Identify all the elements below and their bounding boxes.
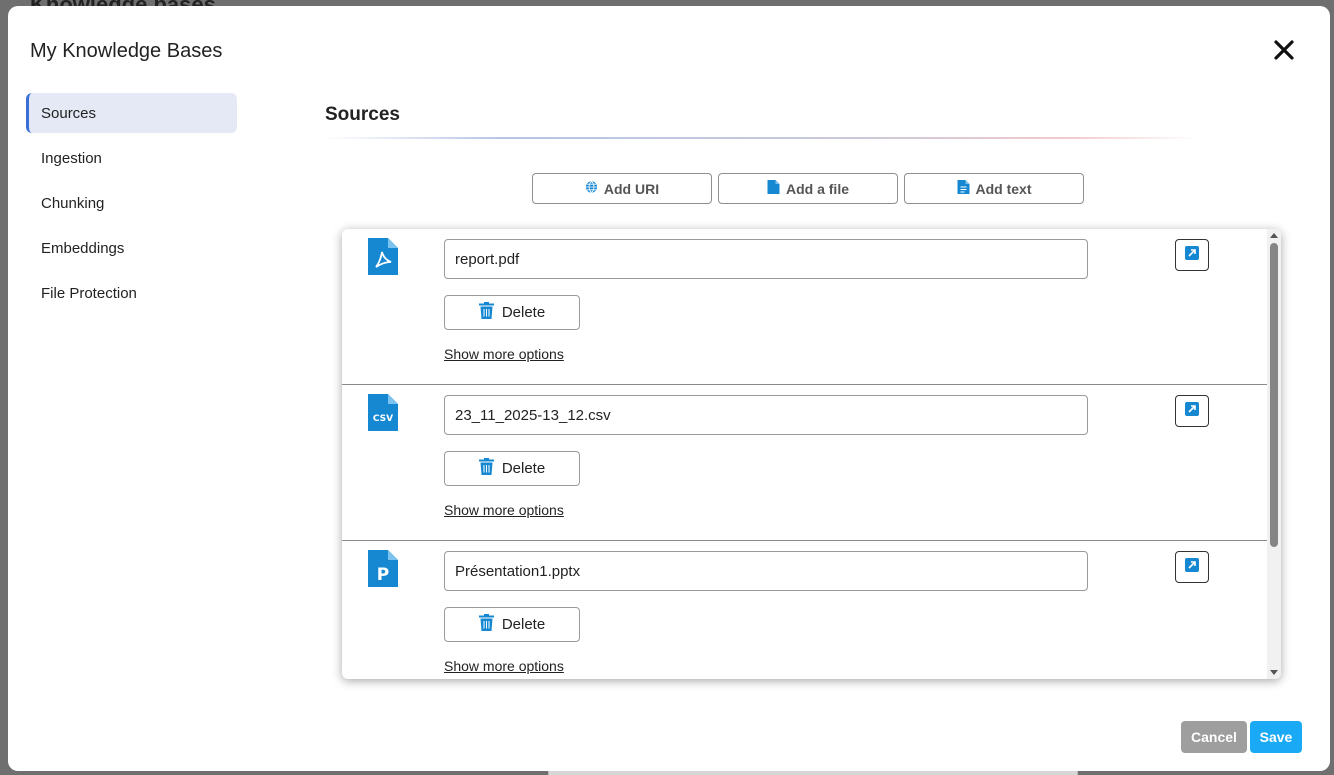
sidebar-item-label: Chunking <box>41 194 105 212</box>
sidebar-item-label: File Protection <box>41 284 137 302</box>
csv-file-icon: CSV <box>368 394 398 431</box>
close-icon[interactable] <box>1270 36 1298 64</box>
delete-button[interactable]: Delete <box>444 451 580 486</box>
source-name-input[interactable] <box>444 239 1088 279</box>
scrollbar-thumb[interactable] <box>1270 243 1278 547</box>
sidebar-item-label: Embeddings <box>41 239 125 257</box>
pptx-file-icon: P <box>368 550 398 587</box>
delete-label: Delete <box>501 460 546 477</box>
add-text-button[interactable]: Add text <box>904 173 1084 204</box>
sidebar-item-label: Ingestion <box>41 149 102 167</box>
delete-button[interactable]: Delete <box>444 607 580 642</box>
section-divider <box>325 137 1200 139</box>
cancel-button[interactable]: Cancel <box>1181 721 1247 753</box>
modal-title: My Knowledge Bases <box>30 40 223 62</box>
show-more-options-link[interactable]: Show more options <box>444 346 564 362</box>
external-link-icon <box>1185 245 1199 265</box>
scroll-down-arrow-icon[interactable] <box>1270 670 1278 675</box>
external-link-icon <box>1185 401 1199 421</box>
trash-icon <box>478 458 494 479</box>
list-item: CSV Delete Show more options <box>342 385 1267 541</box>
scroll-up-arrow-icon[interactable] <box>1270 233 1278 238</box>
trash-icon <box>478 302 494 323</box>
list-item: P Delete Show more options <box>342 541 1267 679</box>
knowledge-bases-modal: My Knowledge Bases Sources Ingestion Chu… <box>8 6 1330 771</box>
sidebar-item-sources[interactable]: Sources <box>26 93 237 133</box>
save-button[interactable]: Save <box>1250 721 1302 753</box>
show-more-options-link[interactable]: Show more options <box>444 502 564 518</box>
pdf-file-icon <box>368 238 398 275</box>
delete-label: Delete <box>501 616 546 633</box>
delete-label: Delete <box>501 304 546 321</box>
text-file-icon <box>957 180 970 197</box>
sidebar-item-ingestion[interactable]: Ingestion <box>26 138 237 178</box>
sidebar-item-label: Sources <box>41 104 97 122</box>
sidebar-item-file-protection[interactable]: File Protection <box>26 273 237 313</box>
open-source-button[interactable] <box>1175 395 1209 427</box>
open-source-button[interactable] <box>1175 551 1209 583</box>
external-link-icon <box>1185 557 1199 577</box>
add-source-toolbar: Add URI Add a file Add text <box>532 173 1084 204</box>
add-uri-label: Add URI <box>603 180 660 197</box>
sources-list: Delete Show more options CSV <box>342 229 1281 679</box>
delete-button[interactable]: Delete <box>444 295 580 330</box>
add-file-label: Add a file <box>785 180 849 197</box>
section-title: Sources <box>325 104 400 125</box>
file-icon <box>767 180 780 197</box>
sources-list-viewport[interactable]: Delete Show more options CSV <box>342 229 1267 679</box>
trash-icon <box>478 614 494 635</box>
show-more-options-link[interactable]: Show more options <box>444 658 564 674</box>
sources-scrollbar[interactable] <box>1267 229 1281 679</box>
add-file-button[interactable]: Add a file <box>718 173 898 204</box>
add-uri-button[interactable]: Add URI <box>532 173 712 204</box>
svg-text:CSV: CSV <box>373 414 393 424</box>
list-item: Delete Show more options <box>342 229 1267 385</box>
globe-icon <box>585 180 598 197</box>
add-text-label: Add text <box>975 180 1032 197</box>
settings-sidebar: Sources Ingestion Chunking Embeddings Fi… <box>26 93 237 318</box>
source-name-input[interactable] <box>444 551 1088 591</box>
svg-text:P: P <box>377 565 389 585</box>
sidebar-item-chunking[interactable]: Chunking <box>26 183 237 223</box>
open-source-button[interactable] <box>1175 239 1209 271</box>
sidebar-item-embeddings[interactable]: Embeddings <box>26 228 237 268</box>
source-name-input[interactable] <box>444 395 1088 435</box>
